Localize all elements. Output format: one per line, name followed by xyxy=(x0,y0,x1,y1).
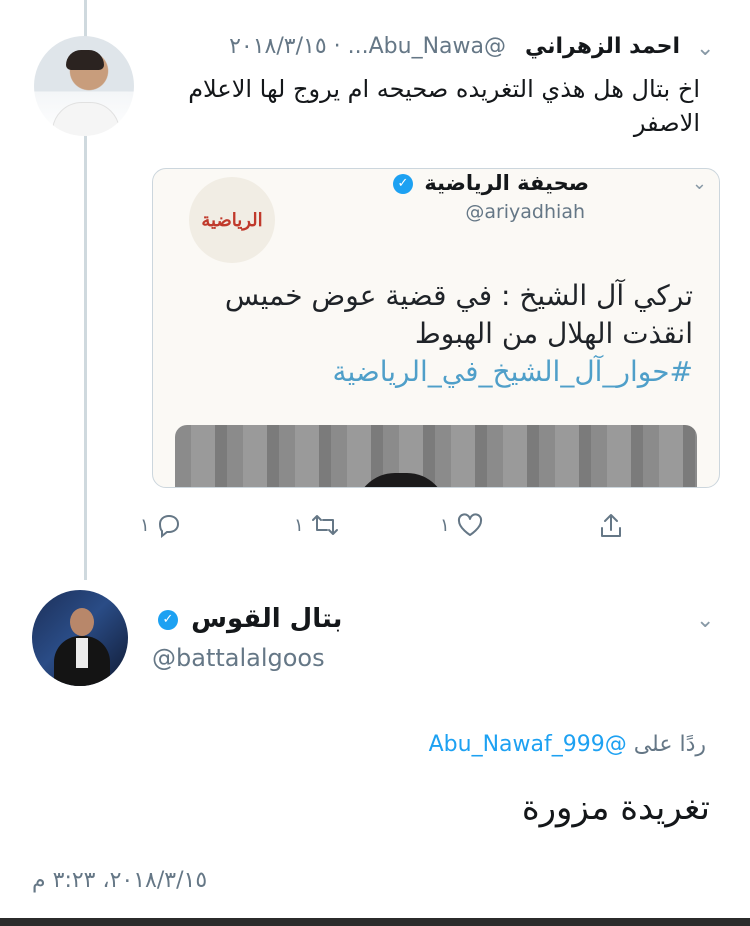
quoted-handle: @ariyadhiah xyxy=(465,201,585,223)
chevron-down-icon[interactable]: ⌄ xyxy=(696,36,714,61)
replying-prefix: ردًا على xyxy=(633,732,706,757)
display-name[interactable]: احمد الزهراني xyxy=(525,34,680,59)
hashtag-link[interactable]: #حوار_آل_الشيخ_في_الرياضية xyxy=(193,353,693,391)
logo-text: الرياضية xyxy=(201,209,263,231)
verified-badge-icon: ✓ xyxy=(393,174,413,194)
heart-icon xyxy=(457,513,482,536)
avatar-head xyxy=(70,608,94,636)
quoted-tweet-text: تركي آل الشيخ : في قضية عوض خميس انقذت ا… xyxy=(193,277,693,391)
replying-to: ردًا على @Abu_Nawaf_999 xyxy=(429,732,706,757)
tweet-date[interactable]: ٢٠١٨/٣/١٥ xyxy=(229,34,327,59)
retweet-count: ١ xyxy=(294,514,304,536)
tweet-text: اخ بتال هل هذي التغريده صحيحه ام يروج له… xyxy=(188,75,700,137)
reply-button[interactable]: ١ xyxy=(140,512,182,538)
image-person-head xyxy=(355,473,447,487)
bottom-divider xyxy=(0,918,750,926)
reply-icon xyxy=(158,514,179,538)
share-button[interactable] xyxy=(598,512,624,540)
quoted-text-line2: انقذت الهلال من الهبوط xyxy=(414,317,693,350)
reply-count: ١ xyxy=(140,514,150,536)
retweet-icon xyxy=(311,515,338,535)
tweet-header: بتال القوس ✓ xyxy=(154,604,342,634)
display-name[interactable]: بتال القوس xyxy=(191,604,342,634)
handle[interactable]: @Abu_Nawa... xyxy=(348,34,506,59)
like-button[interactable]: ١ xyxy=(440,512,484,538)
chevron-down-icon[interactable]: ⌄ xyxy=(696,608,714,633)
share-icon xyxy=(601,514,621,537)
avatar[interactable] xyxy=(32,590,128,686)
quoted-image[interactable] xyxy=(175,425,697,487)
tweet-timestamp[interactable]: ٢٠١٨/٣/١٥، ٣:٢٣ م xyxy=(32,868,207,893)
quoted-tweet-card[interactable]: الرياضية صحيفة الرياضية ✓ @ariyadhiah ⌄ … xyxy=(152,168,720,488)
tweet-actions: ١ ١ ١ xyxy=(140,512,660,552)
tweet-text: تغريدة مزورة xyxy=(521,788,710,828)
avatar-shirt xyxy=(52,102,120,136)
tweet-header: احمد الزهراني @Abu_Nawa... · ٢٠١٨/٣/١٥ xyxy=(160,34,680,68)
avatar-hair xyxy=(66,50,104,70)
verified-badge-icon: ✓ xyxy=(158,609,178,630)
avatar[interactable] xyxy=(34,36,134,136)
date-separator: · xyxy=(326,34,341,59)
ariyadhiah-logo: الرياضية xyxy=(189,177,275,263)
quoted-display-name: صحيفة الرياضية ✓ xyxy=(389,171,589,195)
chevron-down-icon[interactable]: ⌄ xyxy=(692,173,707,194)
avatar-shirt xyxy=(76,638,88,668)
mention-link[interactable]: @Abu_Nawaf_999 xyxy=(429,732,627,757)
quoted-text-line1: تركي آل الشيخ : في قضية عوض خميس xyxy=(224,279,693,312)
handle[interactable]: @battalalgoos xyxy=(152,644,325,672)
like-count: ١ xyxy=(440,514,450,536)
retweet-button[interactable]: ١ xyxy=(294,512,340,538)
